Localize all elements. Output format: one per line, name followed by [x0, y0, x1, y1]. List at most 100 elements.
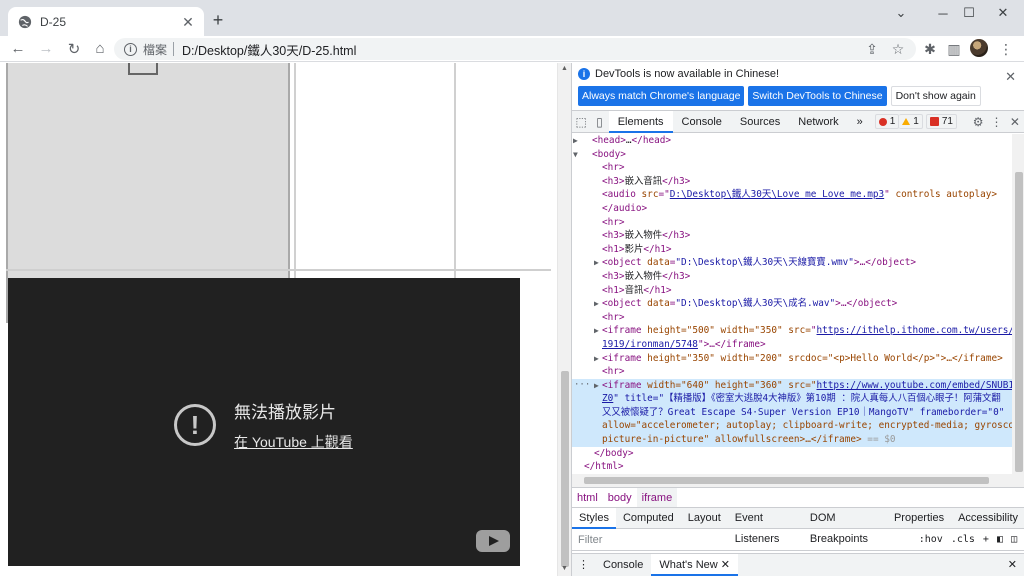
dom-row[interactable]: <h1>音訊</h1> — [572, 284, 1012, 298]
expand-caret-icon[interactable]: ▶ — [594, 379, 599, 393]
expand-caret-icon[interactable]: ▶ — [573, 134, 578, 148]
dom-row[interactable]: </body> — [572, 447, 1012, 461]
address-bar[interactable]: i 檔案 D:/Desktop/鐵人30天/D-25.html — [114, 38, 916, 60]
expand-caret-icon[interactable]: ▶ — [594, 297, 599, 311]
dom-row[interactable]: ▶ <object data="D:\Desktop\鐵人30天\成名.wav">… — [572, 297, 1012, 311]
drawer-tab-close-icon[interactable]: ✕ — [721, 559, 730, 571]
device-toolbar-icon[interactable]: ▯ — [590, 115, 608, 129]
devtools-menu-icon[interactable]: ⋮ — [987, 115, 1005, 129]
cls-toggle[interactable]: .cls — [947, 534, 979, 545]
drawer-menu-icon[interactable]: ⋮ — [572, 554, 595, 576]
paint-icon[interactable]: ◧ — [993, 534, 1007, 545]
tab-elements[interactable]: Elements — [608, 110, 673, 133]
window-close-icon[interactable]: ✕ — [980, 0, 1024, 26]
back-arrow-icon[interactable]: ← — [6, 37, 30, 61]
inspect-element-icon[interactable]: ⬚ — [572, 115, 590, 129]
dont-show-again-button[interactable]: Don't show again — [890, 86, 981, 106]
dom-row-selected[interactable]: Z0" title="【精播版】《密室大逃脫4大神版》第10期 ：院人真每人八百… — [572, 392, 1012, 406]
dom-row-selected[interactable]: ··· ▶ <iframe width="640" height="360" src… — [572, 378, 1024, 393]
tab-console[interactable]: Console — [673, 111, 731, 133]
dom-row[interactable]: ▶ <object data="D:\Desktop\鐵人30天\天線寶寶.wmv… — [572, 256, 1012, 270]
dom-row[interactable]: <h1>影片</h1> — [572, 243, 1012, 257]
subtab-styles[interactable]: Styles — [572, 507, 616, 529]
browser-tab[interactable]: D-25 ✕ — [8, 7, 204, 36]
subtab-accessibility[interactable]: Accessibility — [951, 508, 1024, 529]
dom-row-selected[interactable]: 又又被懷疑了？Great Escape S4·Super Version EP1… — [572, 405, 1012, 420]
warning-count-badge[interactable]: 1 — [899, 114, 923, 129]
dom-row[interactable]: ▶ <iframe height="500" width="350" src="h… — [572, 324, 1024, 338]
infobar-close-icon[interactable]: ✕ — [1005, 69, 1016, 85]
home-icon[interactable]: ⌂ — [88, 37, 112, 61]
dom-row[interactable]: <hr> — [572, 216, 1012, 230]
subtab-event-listeners[interactable]: Event Listeners — [728, 508, 803, 545]
dom-scrollbar[interactable] — [1012, 134, 1024, 487]
subtab-dom-breakpoints[interactable]: DOM Breakpoints — [803, 508, 887, 545]
dom-row[interactable]: </audio> — [572, 202, 1012, 216]
page-scrollbar[interactable]: ▲ ▼ — [557, 63, 571, 576]
drawer-tab-console[interactable]: Console — [595, 554, 651, 576]
dom-row[interactable]: <hr> — [572, 365, 1012, 379]
always-match-language-button[interactable]: Always match Chrome's language — [578, 86, 745, 106]
bookmark-star-icon[interactable]: ☆ — [888, 39, 908, 59]
youtube-logo-icon[interactable] — [476, 530, 510, 552]
error-count-badge[interactable]: 1 — [874, 114, 900, 129]
dom-row[interactable]: <hr> — [572, 161, 1012, 175]
tab-search-icon[interactable]: ⌄ — [878, 0, 924, 26]
expand-caret-icon[interactable]: ▶ — [594, 324, 599, 338]
scroll-up-icon[interactable]: ▲ — [561, 65, 568, 72]
drawer-tab-whats-new[interactable]: What's New ✕ — [651, 554, 738, 576]
dom-row[interactable]: <h3>嵌入物件</h3> — [572, 229, 1012, 243]
crumb-body[interactable]: body — [603, 488, 637, 508]
add-rule-icon[interactable]: + — [979, 534, 993, 545]
subtab-computed[interactable]: Computed — [616, 508, 681, 529]
scroll-down-icon[interactable]: ▼ — [561, 565, 568, 572]
url-text[interactable]: D:/Desktop/鐵人30天/D-25.html — [182, 40, 356, 59]
styles-filter-input[interactable]: Filter — [572, 534, 915, 546]
dom-row[interactable]: <h3>嵌入音訊</h3> — [572, 175, 1012, 189]
reload-icon[interactable]: ↻ — [62, 37, 86, 61]
crumb-html[interactable]: html — [572, 488, 603, 508]
dom-hscrollbar[interactable] — [572, 474, 1012, 487]
dom-row[interactable]: ▶ <head>…</head> — [572, 134, 1012, 148]
forward-arrow-icon[interactable]: → — [34, 37, 58, 61]
collapse-caret-icon[interactable]: ▼ — [573, 148, 578, 162]
info-icon[interactable]: i — [124, 42, 137, 56]
menu-kebab-icon[interactable]: ⋮ — [996, 39, 1016, 59]
new-tab-button[interactable]: + — [208, 10, 228, 30]
subtab-properties[interactable]: Properties — [887, 508, 951, 529]
dom-row[interactable]: ▶ <iframe height="350" width="200" srcdoc… — [572, 352, 1012, 366]
switch-to-chinese-button[interactable]: Switch DevTools to Chinese — [748, 86, 887, 106]
share-icon[interactable]: ⇪ — [862, 39, 882, 59]
expand-caret-icon[interactable]: ▶ — [594, 352, 599, 366]
hov-toggle[interactable]: :hov — [915, 534, 947, 545]
dom-hscroll-thumb[interactable] — [584, 477, 989, 484]
sidebar-toggle-icon[interactable]: ◫ — [1007, 534, 1021, 545]
devtools-close-icon[interactable]: ✕ — [1006, 115, 1024, 129]
extensions-puzzle-icon[interactable]: ✱ — [920, 39, 940, 59]
crumb-iframe[interactable]: iframe — [636, 487, 678, 508]
dom-row-selected[interactable]: picture-in-picture" allowfullscreen>…</i… — [572, 433, 1012, 447]
dom-row[interactable]: ▼ <body> — [572, 148, 1012, 162]
dom-row[interactable]: <audio src="D:\Desktop\鐵人30天\Love me Lov… — [572, 188, 1012, 202]
tab-network[interactable]: Network — [789, 111, 847, 133]
profile-avatar[interactable] — [970, 39, 988, 57]
dom-row[interactable]: </html> — [572, 460, 1012, 474]
tab-sources[interactable]: Sources — [731, 111, 789, 133]
dom-row[interactable]: 1919/ironman/5748">…</iframe> — [572, 338, 1012, 352]
youtube-embed[interactable]: ! 無法播放影片 在 YouTube 上觀看 — [8, 278, 520, 566]
dom-scroll-thumb[interactable] — [1015, 172, 1023, 472]
yt-watch-link[interactable]: 在 YouTube 上觀看 — [234, 432, 353, 452]
dom-row[interactable]: <h3>嵌入物件</h3> — [572, 270, 1012, 284]
expand-caret-icon[interactable]: ▶ — [594, 256, 599, 270]
more-dots-icon[interactable]: ··· — [574, 379, 590, 393]
issues-count-badge[interactable]: 71 — [925, 114, 957, 129]
dom-row-selected[interactable]: allow="accelerometer; autoplay; clipboar… — [572, 419, 1024, 434]
subtab-layout[interactable]: Layout — [681, 508, 728, 529]
page-scroll-thumb[interactable] — [561, 371, 569, 567]
drawer-close-icon[interactable]: ✕ — [1000, 554, 1024, 576]
side-panel-icon[interactable]: ▥ — [944, 39, 964, 59]
settings-gear-icon[interactable]: ⚙ — [969, 115, 987, 129]
dom-row[interactable]: <hr> — [572, 311, 1012, 325]
more-tabs-icon[interactable]: » — [848, 111, 872, 133]
tab-close-icon[interactable]: ✕ — [180, 14, 196, 30]
